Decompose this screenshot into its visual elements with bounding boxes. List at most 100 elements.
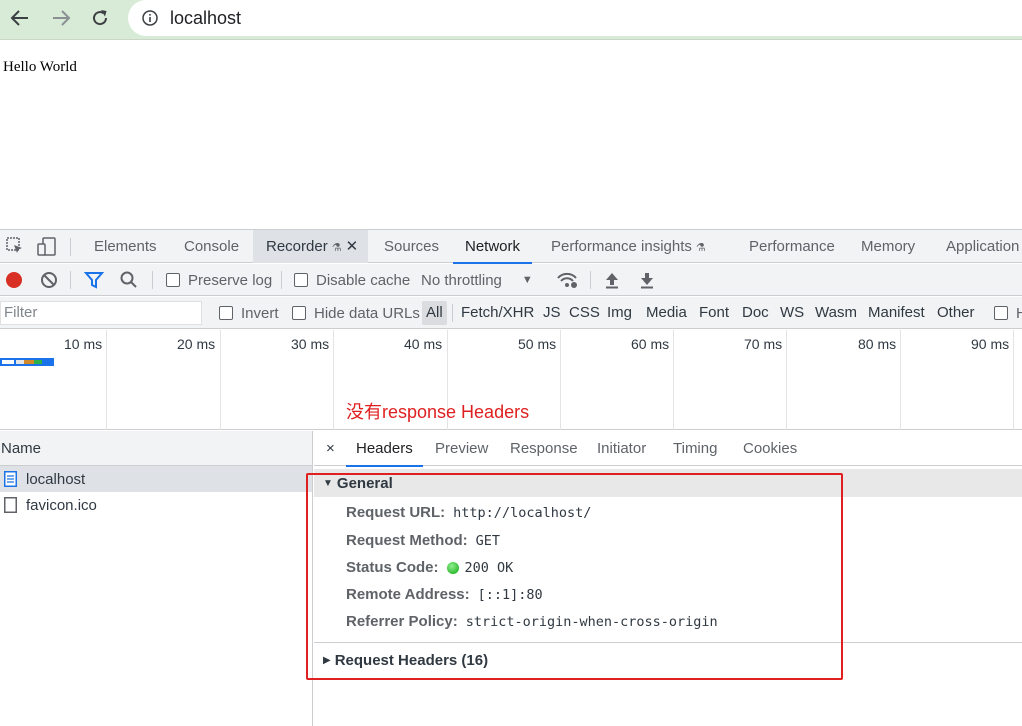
checkbox-box[interactable] <box>994 306 1008 320</box>
filter-type-fetch-xhr[interactable]: Fetch/XHR <box>461 297 534 329</box>
checkbox-box[interactable] <box>292 306 306 320</box>
timeline-tick-label: 80 ms <box>858 336 897 352</box>
detail-tab-response[interactable]: Response <box>510 431 578 466</box>
invert-label: Invert <box>241 304 279 322</box>
detail-tab-headers[interactable]: Headers <box>346 431 423 467</box>
detail-tab-preview[interactable]: Preview <box>435 431 488 466</box>
request-name: localhost <box>26 470 86 488</box>
divider <box>281 271 282 289</box>
tab-console[interactable]: Console <box>184 230 239 263</box>
filter-type-font[interactable]: Font <box>699 297 729 329</box>
request-row-favicon[interactable]: favicon.ico <box>0 492 312 518</box>
experiment-flask-icon: ⚗ <box>695 242 706 254</box>
tab-application[interactable]: Application <box>946 230 1019 263</box>
devtools-tab-bar: Elements Console Recorder ⚗ ✕ Sources Netw… <box>0 230 1022 264</box>
browser-toolbar: localhost <box>0 0 1022 40</box>
annotation-highlight-box <box>306 473 843 680</box>
divider <box>70 238 71 256</box>
preserve-log-checkbox[interactable]: Preserve log <box>166 264 272 296</box>
checkbox-box[interactable] <box>294 273 308 287</box>
blocked-requests-label: H <box>1016 304 1022 322</box>
tab-performance-insights-label: Performance insights <box>551 238 692 255</box>
disable-cache-label: Disable cache <box>316 271 411 289</box>
tab-performance[interactable]: Performance <box>749 230 835 263</box>
close-detail-icon[interactable]: × <box>326 431 335 466</box>
checkbox-box[interactable] <box>219 306 233 320</box>
filter-type-wasm[interactable]: Wasm <box>815 297 857 329</box>
tab-performance-insights[interactable]: Performance insights ⚗ <box>551 230 706 263</box>
filter-type-img[interactable]: Img <box>607 297 632 329</box>
timeline-tick-label: 30 ms <box>291 336 330 352</box>
detail-tab-initiator[interactable]: Initiator <box>597 431 646 466</box>
network-conditions-button[interactable] <box>556 264 578 296</box>
divider <box>70 271 71 289</box>
throttling-select[interactable]: No throttling ▼ <box>421 264 533 296</box>
tab-recorder[interactable]: Recorder ⚗ ✕ <box>266 230 358 263</box>
document-icon <box>4 471 17 487</box>
detail-tab-timing[interactable]: Timing <box>673 431 717 466</box>
tab-elements[interactable]: Elements <box>94 230 157 263</box>
close-tab-icon[interactable]: ✕ <box>346 238 359 255</box>
name-column-header[interactable]: Name <box>0 431 312 466</box>
export-har-button[interactable] <box>639 264 655 296</box>
tab-network[interactable]: Network <box>452 230 533 264</box>
url-text[interactable]: localhost <box>170 8 241 29</box>
search-button[interactable] <box>120 264 138 296</box>
info-icon[interactable] <box>142 10 158 26</box>
import-har-button[interactable] <box>604 264 620 296</box>
forward-arrow-icon[interactable] <box>47 6 75 30</box>
checkbox-box[interactable] <box>166 273 180 287</box>
record-icon <box>6 272 22 288</box>
throttling-value: No throttling <box>421 271 502 289</box>
timeline-tick-label: 90 ms <box>971 336 1010 352</box>
filter-icon <box>84 272 104 289</box>
invert-checkbox[interactable]: Invert <box>219 297 279 329</box>
blocked-requests-checkbox[interactable]: H <box>994 297 1022 329</box>
file-icon <box>4 497 17 513</box>
timeline-tick-label: 20 ms <box>177 336 216 352</box>
tab-memory[interactable]: Memory <box>861 230 915 263</box>
filter-type-media[interactable]: Media <box>646 297 687 329</box>
annotation-note: 没有response Headers <box>346 402 530 422</box>
timing-segment <box>2 360 14 364</box>
filter-type-other[interactable]: Other <box>937 297 975 329</box>
network-overview-timeline[interactable]: 10 ms 20 ms 30 ms 40 ms 50 ms 60 ms 70 m… <box>0 330 1022 430</box>
filter-type-ws[interactable]: WS <box>780 297 804 329</box>
clear-button[interactable] <box>40 264 58 296</box>
filter-type-all[interactable]: All <box>422 301 447 325</box>
timeline-tick-label: 10 ms <box>64 336 103 352</box>
divider <box>152 271 153 289</box>
inspect-element-icon[interactable] <box>6 237 24 255</box>
divider <box>590 271 591 289</box>
reload-icon[interactable] <box>86 6 114 30</box>
filter-toggle-button[interactable] <box>84 264 104 296</box>
timeline-tick-label: 40 ms <box>404 336 443 352</box>
filter-input[interactable]: Filter <box>0 301 202 325</box>
request-list: Name localhost favicon.ico <box>0 431 313 726</box>
filter-type-doc[interactable]: Doc <box>742 297 769 329</box>
request-timing-bar <box>0 358 54 366</box>
timing-segment <box>24 360 34 364</box>
filter-type-css[interactable]: CSS <box>569 297 600 329</box>
tab-sources[interactable]: Sources <box>384 230 439 263</box>
request-row-localhost[interactable]: localhost <box>0 466 312 492</box>
chevron-down-icon: ▼ <box>521 274 533 286</box>
hide-data-urls-checkbox[interactable]: Hide data URLs <box>292 297 420 329</box>
divider <box>452 304 453 322</box>
request-name: favicon.ico <box>26 496 97 514</box>
tab-recorder-label: Recorder <box>266 238 328 255</box>
address-bar[interactable]: localhost <box>128 0 1022 36</box>
filter-type-js[interactable]: JS <box>543 297 561 329</box>
download-icon <box>641 273 653 289</box>
page-text: Hello World <box>3 59 77 75</box>
record-button[interactable] <box>5 264 23 296</box>
timeline-tick-label: 60 ms <box>631 336 670 352</box>
detail-tab-bar: × Headers Preview Response Initiator Tim… <box>314 431 1022 467</box>
device-toolbar-icon[interactable] <box>37 237 57 257</box>
page-viewport: Hello World <box>0 41 1022 229</box>
back-arrow-icon[interactable] <box>6 6 34 30</box>
disable-cache-checkbox[interactable]: Disable cache <box>294 264 410 296</box>
filter-type-manifest[interactable]: Manifest <box>868 297 925 329</box>
detail-tab-cookies[interactable]: Cookies <box>743 431 797 466</box>
upload-icon <box>606 273 618 289</box>
